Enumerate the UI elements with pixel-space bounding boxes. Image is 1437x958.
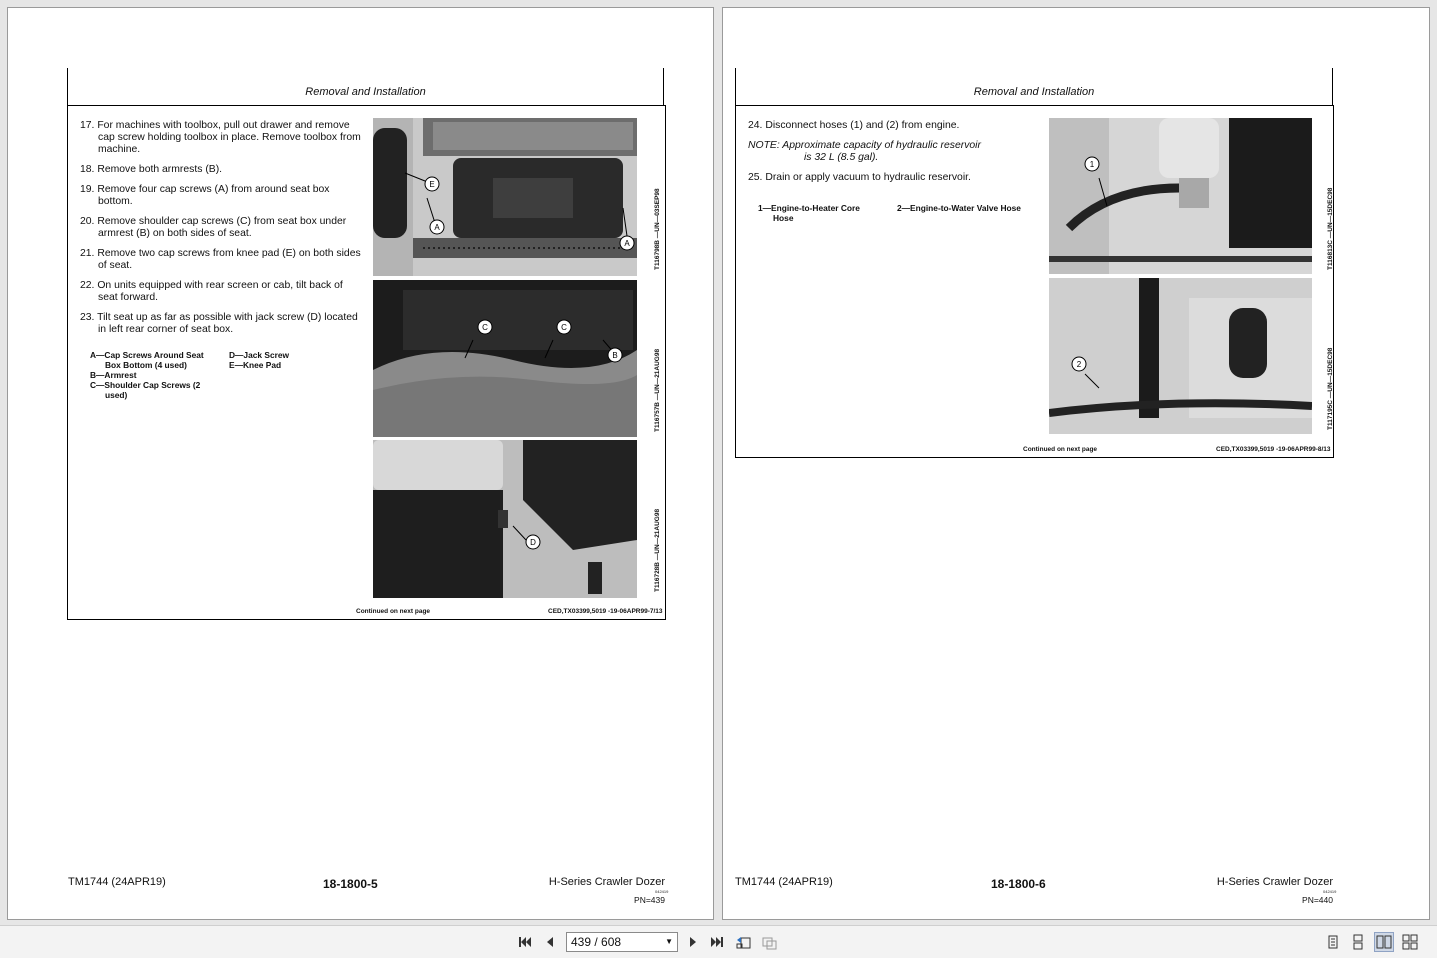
step-23: 23. Tilt seat up as far as possible with… <box>80 312 358 335</box>
figure-id: T116728B —UN—21AUG98 <box>654 508 661 592</box>
section-header: Removal and Installation <box>67 68 664 105</box>
footer-date-code: 042419 <box>655 889 669 894</box>
note: NOTE: Approximate capacity of hydraulic … <box>748 140 1038 164</box>
two-page-continuous-view-icon[interactable] <box>1400 932 1420 952</box>
figure-id: T116813C —UN—15DEC98 <box>1327 187 1334 270</box>
single-page-view-icon[interactable] <box>1323 932 1343 952</box>
callout-2: 2 <box>1071 356 1087 372</box>
step-25: 25. Drain or apply vacuum to hydraulic r… <box>748 172 971 183</box>
page-right: Removal and Installation 24. Disconnect … <box>722 7 1430 920</box>
chevron-down-icon: ▼ <box>665 937 673 946</box>
figure-id: T116798B —UN—03SEP98 <box>654 188 661 270</box>
product-name: H-Series Crawler Dozer <box>1216 876 1333 888</box>
section-header: Removal and Installation <box>735 68 1333 105</box>
go-back-icon[interactable] <box>734 932 754 952</box>
water-valve-hose-photo: 2 <box>1049 278 1312 434</box>
svg-text:2: 2 <box>1077 360 1082 369</box>
step-19: 19. Remove four cap screws (A) from arou… <box>80 184 330 207</box>
seat-box-photo: E A A <box>373 118 637 276</box>
page-number-select[interactable]: 439 / 608 ▼ <box>566 932 678 952</box>
callout-c: C <box>477 319 493 335</box>
continued-note: Continued on next page <box>356 608 431 615</box>
content-box: 17. For machines with toolbox, pull out … <box>67 105 666 620</box>
first-page-icon[interactable] <box>515 932 535 952</box>
legend-item: 2—Engine-to-Water Valve Hose <box>897 203 1021 213</box>
callout-b: B <box>607 347 623 363</box>
section-title: Removal and Installation <box>305 86 426 98</box>
note-text: is 32 L (8.5 gal). <box>804 152 879 163</box>
next-page-icon[interactable] <box>683 932 703 952</box>
pn-number: PN=439 <box>634 895 665 905</box>
last-page-icon[interactable] <box>707 932 727 952</box>
svg-text:D: D <box>530 538 536 547</box>
note-label: NOTE: <box>748 140 780 151</box>
step-24: 24. Disconnect hoses (1) and (2) from en… <box>748 120 960 131</box>
jack-screw-photo: D <box>373 440 637 598</box>
step-22: 22. On units equipped with rear screen o… <box>80 280 343 303</box>
step-17: 17. For machines with toolbox, pull out … <box>80 120 361 155</box>
two-page-view-icon[interactable] <box>1374 932 1394 952</box>
product-name: H-Series Crawler Dozer <box>548 876 665 888</box>
go-forward-icon[interactable] <box>759 932 779 952</box>
page-left: Removal and Installation 17. For machine… <box>7 7 714 920</box>
note-text: Approximate capacity of hydraulic reserv… <box>782 140 981 151</box>
figure-id: T116757B —UN—21AUG98 <box>654 348 661 432</box>
content-box: 24. Disconnect hoses (1) and (2) from en… <box>735 105 1334 458</box>
svg-text:A: A <box>434 223 440 232</box>
legend-item: E—Knee Pad <box>229 360 282 370</box>
manual-id: TM1744 (24APR19) <box>68 876 166 888</box>
viewer-toolbar: 439 / 608 ▼ <box>0 925 1437 958</box>
legend-item: A—Cap Screws Around Seat Box Bottom (4 u… <box>90 350 204 370</box>
pn-number: PN=440 <box>1302 895 1333 905</box>
step-21: 21. Remove two cap screws from knee pad … <box>80 248 361 271</box>
section-title: Removal and Installation <box>973 86 1095 98</box>
legend-item: C—Shoulder Cap Screws (2 used) <box>90 380 201 400</box>
svg-text:B: B <box>612 351 617 360</box>
step-20: 20. Remove shoulder cap screws (C) from … <box>80 216 347 239</box>
procedure-steps: 24. Disconnect hoses (1) and (2) from en… <box>748 120 1038 192</box>
legend: 1—Engine-to-Heater Core Hose 2—Engine-to… <box>758 203 1038 233</box>
svg-text:E: E <box>429 180 434 189</box>
legend: A—Cap Screws Around Seat Box Bottom (4 u… <box>90 350 330 410</box>
reference-code: CED,TX03399,5019 -19-06APR99-8/13 <box>1216 446 1331 453</box>
callout-e: E <box>424 176 440 192</box>
manual-id: TM1744 (24APR19) <box>735 876 833 888</box>
callout-c: C <box>556 319 572 335</box>
callout-a: A <box>429 219 445 235</box>
legend-item: B—Armrest <box>90 370 137 380</box>
page-number: 18-1800-5 <box>323 877 378 891</box>
legend-item: 1—Engine-to-Heater Core Hose <box>758 203 860 223</box>
page-indicator: 439 / 608 <box>571 935 622 949</box>
continuous-view-icon[interactable] <box>1348 932 1368 952</box>
armrest-photo: C C B <box>373 280 637 437</box>
page-number: 18-1800-6 <box>991 877 1046 891</box>
reference-code: CED,TX03399,5019 -19-06APR99-7/13 <box>548 608 663 615</box>
continued-note: Continued on next page <box>1023 446 1098 453</box>
callout-1: 1 <box>1084 156 1100 172</box>
footer-date-code: 042419 <box>1323 889 1337 894</box>
previous-page-icon[interactable] <box>540 932 560 952</box>
legend-item: D—Jack Screw <box>229 350 290 360</box>
svg-text:A: A <box>624 239 630 248</box>
svg-text:C: C <box>482 323 488 332</box>
procedure-steps: 17. For machines with toolbox, pull out … <box>80 120 362 344</box>
heater-hose-photo: 1 <box>1049 118 1312 274</box>
svg-text:C: C <box>561 323 567 332</box>
callout-a: A <box>619 235 635 251</box>
callout-d: D <box>525 534 541 550</box>
step-18: 18. Remove both armrests (B). <box>80 164 223 175</box>
figure-id: T117195C —UN—15DEC98 <box>1327 347 1334 430</box>
svg-text:1: 1 <box>1090 160 1095 169</box>
